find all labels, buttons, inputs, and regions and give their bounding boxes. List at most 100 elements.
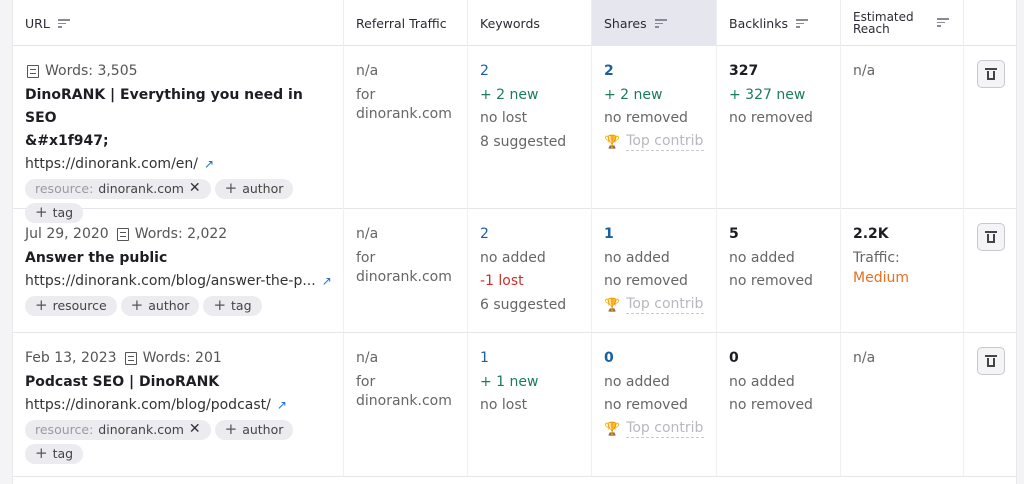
page-meta: Words: 3,505 <box>25 60 331 84</box>
col-reach-header[interactable]: Estimated Reach <box>841 0 964 46</box>
content-table: URL Referral Traffic Keywords Shares Bac… <box>12 0 1017 484</box>
page-date: Jul 29, 2020 <box>25 226 109 242</box>
delete-button[interactable] <box>977 347 1005 375</box>
url-cell: Jul 29, 2020 Words: 2,022 Answer the pub… <box>13 209 344 332</box>
col-url-label: URL <box>25 15 50 31</box>
shares-count[interactable]: 1 <box>604 223 704 247</box>
remove-icon[interactable]: ✕ <box>189 418 201 442</box>
actions-cell <box>964 209 1018 332</box>
keywords-cell: 1 + 1 new no lost <box>468 333 592 476</box>
page-meta: Jul 29, 2020 Words: 2,022 <box>25 223 331 247</box>
tag-list: resource: dinorank.com ✕ + author + tag <box>25 420 331 464</box>
top-contributors-link[interactable]: 🏆Top contributors <box>604 418 704 442</box>
reach-cell: n/a <box>841 333 964 476</box>
page-title: DinoRANK | Everything you need in SEO &#x… <box>25 86 303 149</box>
shares-cell: 0 no added no removed 🏆Top contributors <box>592 333 717 476</box>
sort-icon[interactable] <box>937 17 949 27</box>
document-icon <box>116 228 129 242</box>
actions-cell <box>964 46 1018 223</box>
shares-count[interactable]: 2 <box>604 60 704 84</box>
backlinks-cell: 327 + 327 new no removed <box>717 46 841 223</box>
reach-cell: n/a <box>841 46 964 223</box>
sort-icon[interactable] <box>795 18 808 28</box>
resource-tag[interactable]: resource: dinorank.com ✕ <box>25 420 211 440</box>
shares-count[interactable]: 0 <box>604 347 704 371</box>
add-author-button[interactable]: + author <box>120 296 200 316</box>
external-link-icon[interactable]: ↗ <box>277 398 290 412</box>
referral-cell: n/a for dinorank.com <box>344 46 468 223</box>
top-contributors-link[interactable]: 🏆Top contributors <box>604 131 704 155</box>
col-keywords-header: Keywords <box>468 0 592 46</box>
sort-icon[interactable] <box>654 18 667 28</box>
url-cell: Words: 3,505 DinoRANK | Everything you n… <box>13 46 344 223</box>
reach-cell: 2.2K Traffic: Medium <box>841 209 964 332</box>
keywords-cell: 2 no added -1 lost 6 suggested <box>468 209 592 332</box>
table-row: Jul 29, 2020 Words: 2,022 Answer the pub… <box>13 209 1016 333</box>
page-url-link[interactable]: https://dinorank.com/blog/answer-the-p..… <box>25 270 332 294</box>
word-count: Words: 201 <box>142 350 222 366</box>
external-link-icon[interactable]: ↗ <box>322 274 332 288</box>
trophy-icon: 🏆 <box>604 297 621 313</box>
col-shares-label: Shares <box>604 15 647 31</box>
trash-icon <box>985 68 997 80</box>
trophy-icon: 🏆 <box>604 134 621 150</box>
col-referral-label: Referral Traffic <box>356 15 447 31</box>
delete-button[interactable] <box>977 60 1005 88</box>
backlinks-cell: 5 no added no removed <box>717 209 841 332</box>
shares-cell: 2 + 2 new no removed 🏆Top contributors <box>592 46 717 223</box>
col-url-header[interactable]: URL <box>13 0 344 46</box>
word-count: Words: 3,505 <box>45 63 138 79</box>
keywords-count[interactable]: 1 <box>480 347 579 371</box>
actions-cell <box>964 333 1018 476</box>
plus-icon: + <box>35 444 48 463</box>
trash-icon <box>985 355 997 367</box>
referral-cell: n/a for dinorank.com <box>344 333 468 476</box>
keywords-cell: 2 + 2 new no lost 8 suggested <box>468 46 592 223</box>
add-tag-button[interactable]: + tag <box>25 444 84 464</box>
col-reach-label: Estimated Reach <box>853 10 914 36</box>
plus-icon: + <box>224 179 238 198</box>
page-url-link[interactable]: https://dinorank.com/blog/podcast/ ↗ <box>25 394 331 418</box>
plus-icon: + <box>130 296 144 315</box>
page-url-link[interactable]: https://dinorank.com/en/ ↗ <box>25 153 331 177</box>
add-author-button[interactable]: + author <box>214 179 294 199</box>
sort-icon[interactable] <box>57 18 70 28</box>
page-title: Answer the public <box>25 249 168 266</box>
delete-button[interactable] <box>977 223 1005 251</box>
table-header: URL Referral Traffic Keywords Shares Bac… <box>13 0 1016 46</box>
keywords-count[interactable]: 2 <box>480 223 579 247</box>
col-backlinks-header[interactable]: Backlinks <box>717 0 841 46</box>
external-link-icon[interactable]: ↗ <box>204 157 217 171</box>
document-icon <box>27 65 39 79</box>
add-tag-button[interactable]: + tag <box>203 296 262 316</box>
table-row: Words: 3,505 DinoRANK | Everything you n… <box>13 46 1016 223</box>
page-meta: Feb 13, 2023 Words: 201 <box>25 347 331 371</box>
page-date: Feb 13, 2023 <box>25 350 117 366</box>
page-title: Podcast SEO | DinoRANK <box>25 373 220 390</box>
word-count: Words: 2,022 <box>134 226 228 242</box>
add-resource-button[interactable]: + resource <box>25 296 117 316</box>
col-backlinks-label: Backlinks <box>729 15 788 31</box>
document-icon <box>124 352 137 366</box>
top-contributors-link[interactable]: 🏆Top contributors <box>604 294 704 318</box>
url-cell: Feb 13, 2023 Words: 201 Podcast SEO | Di… <box>13 333 344 476</box>
tag-list: + resource + author + tag <box>25 296 331 316</box>
shares-cell: 1 no added no removed 🏆Top contributors <box>592 209 717 332</box>
remove-icon[interactable]: ✕ <box>189 177 201 201</box>
backlinks-cell: 0 no added no removed <box>717 333 841 476</box>
keywords-suggested[interactable]: 8 suggested <box>480 131 579 155</box>
keywords-count[interactable]: 2 <box>480 60 579 84</box>
add-author-button[interactable]: + author <box>214 420 294 440</box>
trophy-icon: 🏆 <box>604 421 621 437</box>
col-keywords-label: Keywords <box>480 15 540 31</box>
col-actions-header <box>964 0 1018 46</box>
table-row: Feb 13, 2023 Words: 201 Podcast SEO | Di… <box>13 333 1016 477</box>
plus-icon: + <box>35 296 48 315</box>
plus-icon: + <box>213 296 227 315</box>
plus-icon: + <box>224 420 238 439</box>
referral-cell: n/a for dinorank.com <box>344 209 468 332</box>
resource-tag[interactable]: resource: dinorank.com ✕ <box>25 179 211 199</box>
keywords-suggested[interactable]: 6 suggested <box>480 294 579 318</box>
col-shares-header[interactable]: Shares <box>592 0 717 46</box>
col-referral-header: Referral Traffic <box>344 0 468 46</box>
